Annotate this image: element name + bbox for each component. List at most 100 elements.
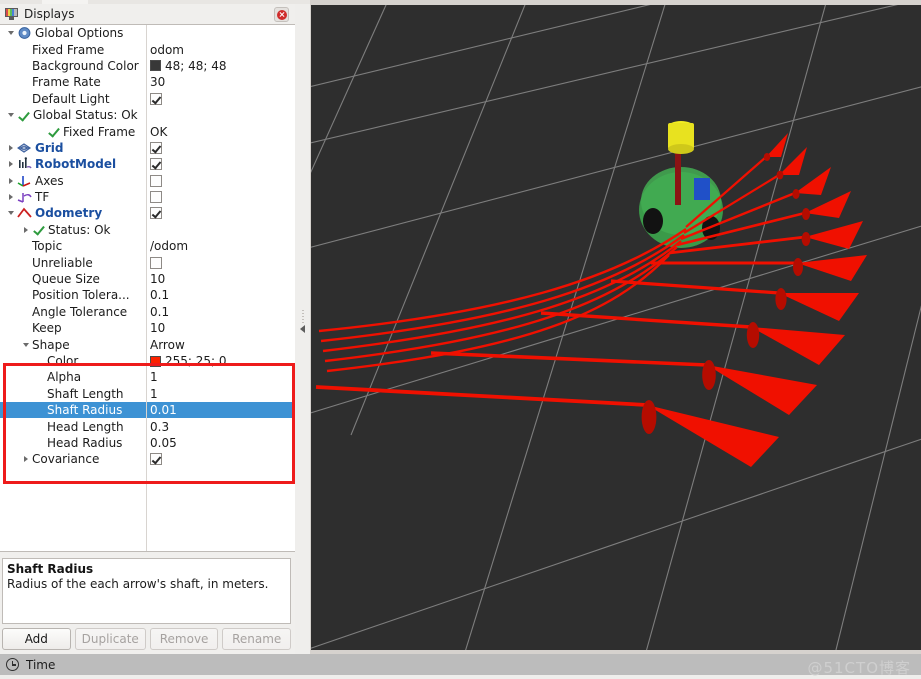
tree-row-color[interactable]: Color 255; 25; 0 bbox=[0, 353, 295, 369]
chevron-right-icon[interactable] bbox=[21, 222, 32, 238]
tree-row-fixed-frame[interactable]: Fixed Frame odom bbox=[0, 41, 295, 57]
tree-row-alpha[interactable]: Alpha 1 bbox=[0, 369, 295, 385]
tree-row-value[interactable] bbox=[150, 158, 162, 171]
tree-row-value[interactable] bbox=[150, 141, 162, 154]
tree-row-value[interactable] bbox=[150, 453, 162, 466]
color-swatch[interactable] bbox=[150, 355, 161, 367]
tree-row-global-status[interactable]: Global Status: Ok bbox=[0, 107, 295, 123]
tree-row-value[interactable] bbox=[150, 92, 162, 105]
tree-row-odom-status[interactable]: Status: Ok bbox=[0, 222, 295, 238]
robot-marker bbox=[694, 178, 710, 200]
tree-row-value[interactable]: 255; 25; 0 bbox=[150, 354, 227, 368]
tree-row-label: Default Light bbox=[32, 91, 110, 106]
tree-row-label: RobotModel bbox=[35, 157, 117, 172]
chevron-down-icon[interactable] bbox=[21, 337, 32, 353]
tree-row-label: Topic bbox=[32, 239, 63, 254]
color-swatch[interactable] bbox=[150, 60, 161, 72]
display-tree-container[interactable]: Global Options Fixed Frame odom Background … bbox=[0, 24, 295, 552]
chevron-right-icon[interactable] bbox=[6, 189, 17, 205]
tree-row-topic[interactable]: Topic/odom bbox=[0, 238, 295, 254]
close-icon[interactable] bbox=[274, 7, 289, 22]
row-checkbox[interactable] bbox=[150, 207, 162, 220]
chevron-right-icon[interactable] bbox=[6, 156, 17, 172]
row-checkbox[interactable] bbox=[150, 191, 162, 204]
chevron-right-icon[interactable] bbox=[21, 451, 32, 467]
tree-row-value[interactable]: 0.05 bbox=[150, 436, 177, 450]
tree-row-value[interactable]: 0.1 bbox=[150, 288, 169, 302]
add-button[interactable]: Add bbox=[2, 627, 71, 650]
tree-row-global-options[interactable]: Global Options bbox=[0, 25, 295, 41]
tree-row-label: Queue Size bbox=[32, 272, 100, 287]
tree-row-background-color[interactable]: Background Color 48; 48; 48 bbox=[0, 58, 295, 74]
chevron-right-icon[interactable] bbox=[6, 173, 17, 189]
chevron-down-icon[interactable] bbox=[6, 107, 17, 123]
row-arrow-placeholder bbox=[36, 353, 47, 369]
tree-row-value[interactable]: 0.1 bbox=[150, 305, 169, 319]
chevron-down-icon[interactable] bbox=[6, 205, 17, 221]
tree-row-robot-model[interactable]: RobotModel bbox=[0, 156, 295, 172]
row-checkbox[interactable] bbox=[150, 158, 162, 171]
row-arrow-placeholder bbox=[36, 124, 47, 140]
tree-row-label: Angle Tolerance bbox=[32, 304, 128, 319]
row-checkbox[interactable] bbox=[150, 141, 162, 154]
tree-row-value[interactable]: 10 bbox=[150, 272, 165, 286]
tree-row-value[interactable]: 30 bbox=[150, 75, 165, 89]
tree-row-label: Unreliable bbox=[32, 255, 93, 270]
bottom-strip bbox=[0, 675, 921, 679]
tree-row-status-fixed-frame[interactable]: Fixed Frame OK bbox=[0, 123, 295, 139]
value-text: Arrow bbox=[150, 337, 185, 352]
tree-row-frame-rate[interactable]: Frame Rate 30 bbox=[0, 74, 295, 90]
row-checkbox[interactable] bbox=[150, 256, 162, 269]
odom-icon bbox=[17, 206, 32, 220]
description-text: Radius of the each arrow's shaft, in met… bbox=[7, 577, 269, 591]
tree-row-value[interactable]: 0.3 bbox=[150, 420, 169, 434]
tree-row-unreliable[interactable]: Unreliable bbox=[0, 254, 295, 270]
tree-row-value[interactable] bbox=[150, 256, 162, 269]
tree-row-position-tolerance[interactable]: Position Tolera... 0.1 bbox=[0, 287, 295, 303]
tree-row-value[interactable]: odom bbox=[150, 43, 184, 57]
tree-row-head-length[interactable]: Head Length 0.3 bbox=[0, 418, 295, 434]
tree-row-covariance[interactable]: Covariance bbox=[0, 451, 295, 467]
tree-row-keep[interactable]: Keep 10 bbox=[0, 320, 295, 336]
tree-row-label: Background Color bbox=[32, 58, 139, 73]
tree-row-label: Global Options bbox=[35, 26, 124, 41]
tree-row-axes[interactable]: Axes bbox=[0, 173, 295, 189]
tree-row-value[interactable]: 48; 48; 48 bbox=[150, 59, 227, 73]
row-arrow-placeholder bbox=[36, 435, 47, 451]
tree-row-value[interactable]: OK bbox=[150, 125, 167, 139]
row-checkbox[interactable] bbox=[150, 92, 162, 105]
row-arrow-placeholder bbox=[21, 42, 32, 58]
3d-render-view[interactable] bbox=[311, 5, 921, 650]
tree-row-angle-tolerance[interactable]: Angle Tolerance 0.1 bbox=[0, 304, 295, 320]
value-text: 10 bbox=[150, 272, 166, 287]
tree-row-value[interactable]: Arrow bbox=[150, 338, 185, 352]
chevron-right-icon[interactable] bbox=[6, 140, 17, 156]
tree-row-value[interactable]: /odom bbox=[150, 239, 188, 253]
row-checkbox[interactable] bbox=[150, 453, 162, 466]
splitter-collapse-arrow-icon[interactable] bbox=[300, 325, 305, 333]
gear-icon bbox=[17, 26, 32, 40]
tree-row-shape[interactable]: Shape Arrow bbox=[0, 336, 295, 352]
tree-row-label: Shape bbox=[32, 337, 70, 352]
tree-row-shaft-length[interactable]: Shaft Length 1 bbox=[0, 386, 295, 402]
tree-row-value[interactable] bbox=[150, 174, 162, 187]
rviz-window: Displays Global Options Fixed Frame odom Ba… bbox=[0, 0, 921, 679]
tree-row-value[interactable]: 10 bbox=[150, 321, 165, 335]
tree-row-value[interactable] bbox=[150, 207, 162, 220]
tree-row-queue-size[interactable]: Queue Size 10 bbox=[0, 271, 295, 287]
tree-row-value[interactable]: 1 bbox=[150, 387, 158, 401]
tree-row-label: Grid bbox=[35, 140, 64, 155]
panel-splitter[interactable] bbox=[295, 4, 310, 654]
tree-row-value[interactable] bbox=[150, 191, 162, 204]
tree-row-odometry[interactable]: Odometry bbox=[0, 205, 295, 221]
tree-row-value[interactable]: 1 bbox=[150, 370, 158, 384]
row-checkbox[interactable] bbox=[150, 174, 162, 187]
tree-row-grid[interactable]: Grid bbox=[0, 140, 295, 156]
chevron-down-icon[interactable] bbox=[6, 25, 17, 41]
tree-row-tf[interactable]: TF bbox=[0, 189, 295, 205]
tree-row-value[interactable]: 0.01 bbox=[150, 403, 177, 417]
tree-row-head-radius[interactable]: Head Radius 0.05 bbox=[0, 435, 295, 451]
row-arrow-placeholder bbox=[21, 238, 32, 254]
tree-row-default-light[interactable]: Default Light bbox=[0, 91, 295, 107]
tree-row-shaft-radius[interactable]: Shaft Radius 0.01 bbox=[0, 401, 295, 419]
